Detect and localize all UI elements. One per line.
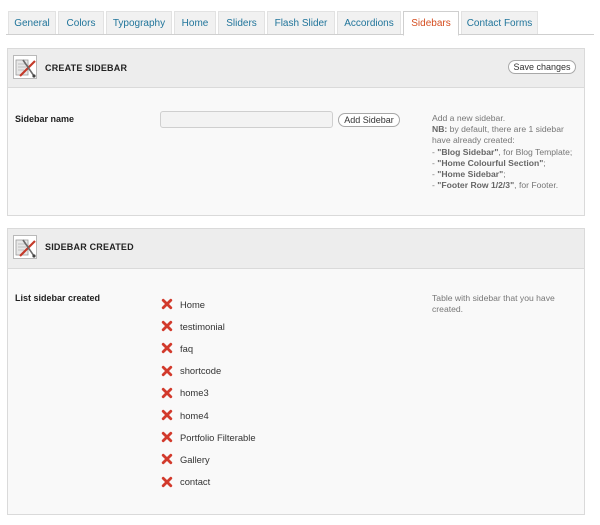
delete-icon[interactable] bbox=[161, 476, 173, 488]
help-line: NB: by default, there are 1 sidebar bbox=[432, 124, 582, 135]
help-line: have already created: bbox=[432, 135, 515, 146]
sidebar-list-item: Home bbox=[161, 297, 205, 311]
delete-icon[interactable] bbox=[161, 409, 173, 421]
edit-tools-icon bbox=[13, 235, 37, 259]
tab-home[interactable]: Home bbox=[174, 11, 216, 34]
tab-bar: General Colors Typography Home Sliders F… bbox=[6, 11, 594, 36]
create-sidebar-title: CREATE SIDEBAR bbox=[45, 63, 128, 73]
help-default-sidebar: - "Blog Sidebar", for Blog Template; bbox=[432, 147, 582, 158]
help-line: created. bbox=[432, 304, 464, 315]
sidebar-list-item: faq bbox=[161, 341, 193, 355]
help-item-suffix: , for Blog Template; bbox=[498, 146, 573, 157]
create-sidebar-header: CREATE SIDEBAR Save changes bbox=[8, 49, 584, 88]
sidebar-list-item: testimonial bbox=[161, 319, 225, 333]
list-sidebar-label: List sidebar created bbox=[15, 293, 101, 303]
tab-sidebars[interactable]: Sidebars bbox=[403, 11, 459, 36]
sidebar-list-item-name: Home bbox=[180, 298, 206, 310]
sidebar-name-label: Sidebar name bbox=[15, 114, 75, 124]
sidebar-list-item-name: Gallery bbox=[180, 453, 210, 465]
sidebar-list-item-name: contact bbox=[180, 476, 211, 488]
delete-icon[interactable] bbox=[161, 431, 173, 443]
tab-accordions[interactable]: Accordions bbox=[337, 11, 401, 34]
delete-icon[interactable] bbox=[161, 365, 173, 377]
add-sidebar-button[interactable]: Add Sidebar bbox=[338, 113, 400, 127]
create-sidebar-panel: CREATE SIDEBAR Save changes Sidebar name… bbox=[7, 48, 585, 216]
delete-icon[interactable] bbox=[161, 387, 173, 399]
save-changes-button[interactable]: Save changes bbox=[508, 60, 576, 74]
tab-flash-slider[interactable]: Flash Slider bbox=[267, 11, 335, 34]
sidebar-list-item-name: home4 bbox=[180, 409, 209, 421]
help-item-suffix: ; bbox=[503, 169, 506, 180]
sidebar-name-input[interactable] bbox=[160, 111, 333, 128]
tab-sliders[interactable]: Sliders bbox=[218, 11, 265, 34]
help-nb-text: by default, there are 1 sidebar bbox=[447, 124, 564, 135]
sidebar-list-item: home4 bbox=[161, 408, 209, 422]
create-sidebar-help: Add a new sidebar. NB: by default, there… bbox=[432, 113, 582, 191]
help-item-suffix: ; bbox=[543, 157, 546, 168]
help-item-suffix: , for Footer. bbox=[514, 180, 559, 191]
sidebar-list-item-name: home3 bbox=[180, 387, 209, 399]
help-item-name: "Footer Row 1/2/3" bbox=[437, 180, 515, 191]
sidebar-created-title: SIDEBAR CREATED bbox=[45, 242, 134, 252]
sidebar-list-item: Gallery bbox=[161, 452, 210, 466]
help-line: Table with sidebar that you have bbox=[432, 293, 555, 303]
sidebar-list-item-name: testimonial bbox=[180, 320, 225, 332]
delete-icon[interactable] bbox=[161, 320, 173, 332]
help-item-name: "Home Sidebar" bbox=[437, 169, 504, 180]
tab-typography[interactable]: Typography bbox=[106, 11, 172, 34]
sidebar-list-item: home3 bbox=[161, 386, 209, 400]
delete-icon[interactable] bbox=[161, 342, 173, 354]
sidebar-list-item-name: faq bbox=[180, 342, 194, 354]
sidebar-list-item: contact bbox=[161, 475, 210, 489]
edit-tools-icon bbox=[13, 55, 37, 79]
tab-contact-forms[interactable]: Contact Forms bbox=[461, 11, 538, 34]
help-nb-label: NB: bbox=[432, 124, 448, 135]
help-item-name: "Blog Sidebar" bbox=[437, 146, 499, 157]
help-default-sidebar: - "Home Colourful Section"; bbox=[432, 158, 582, 169]
tab-general[interactable]: General bbox=[8, 11, 56, 34]
sidebar-list-item-name: shortcode bbox=[180, 365, 222, 377]
sidebar-created-header: SIDEBAR CREATED bbox=[8, 229, 584, 269]
sidebar-list-item: shortcode bbox=[161, 364, 221, 378]
help-default-sidebar: - "Footer Row 1/2/3", for Footer. bbox=[432, 180, 582, 191]
help-item-name: "Home Colourful Section" bbox=[437, 157, 544, 168]
delete-icon[interactable] bbox=[161, 453, 173, 465]
help-line: Add a new sidebar. bbox=[432, 113, 506, 123]
help-default-sidebar: - "Home Sidebar"; bbox=[432, 169, 582, 180]
sidebar-list-item: Portfolio Filterable bbox=[161, 430, 256, 444]
tab-colors[interactable]: Colors bbox=[58, 11, 104, 34]
delete-icon[interactable] bbox=[161, 298, 173, 310]
sidebar-created-help: Table with sidebar that you have created… bbox=[432, 293, 582, 315]
sidebar-list-item-name: Portfolio Filterable bbox=[180, 431, 256, 443]
sidebar-created-panel: SIDEBAR CREATED List sidebar created Tab… bbox=[7, 228, 585, 515]
